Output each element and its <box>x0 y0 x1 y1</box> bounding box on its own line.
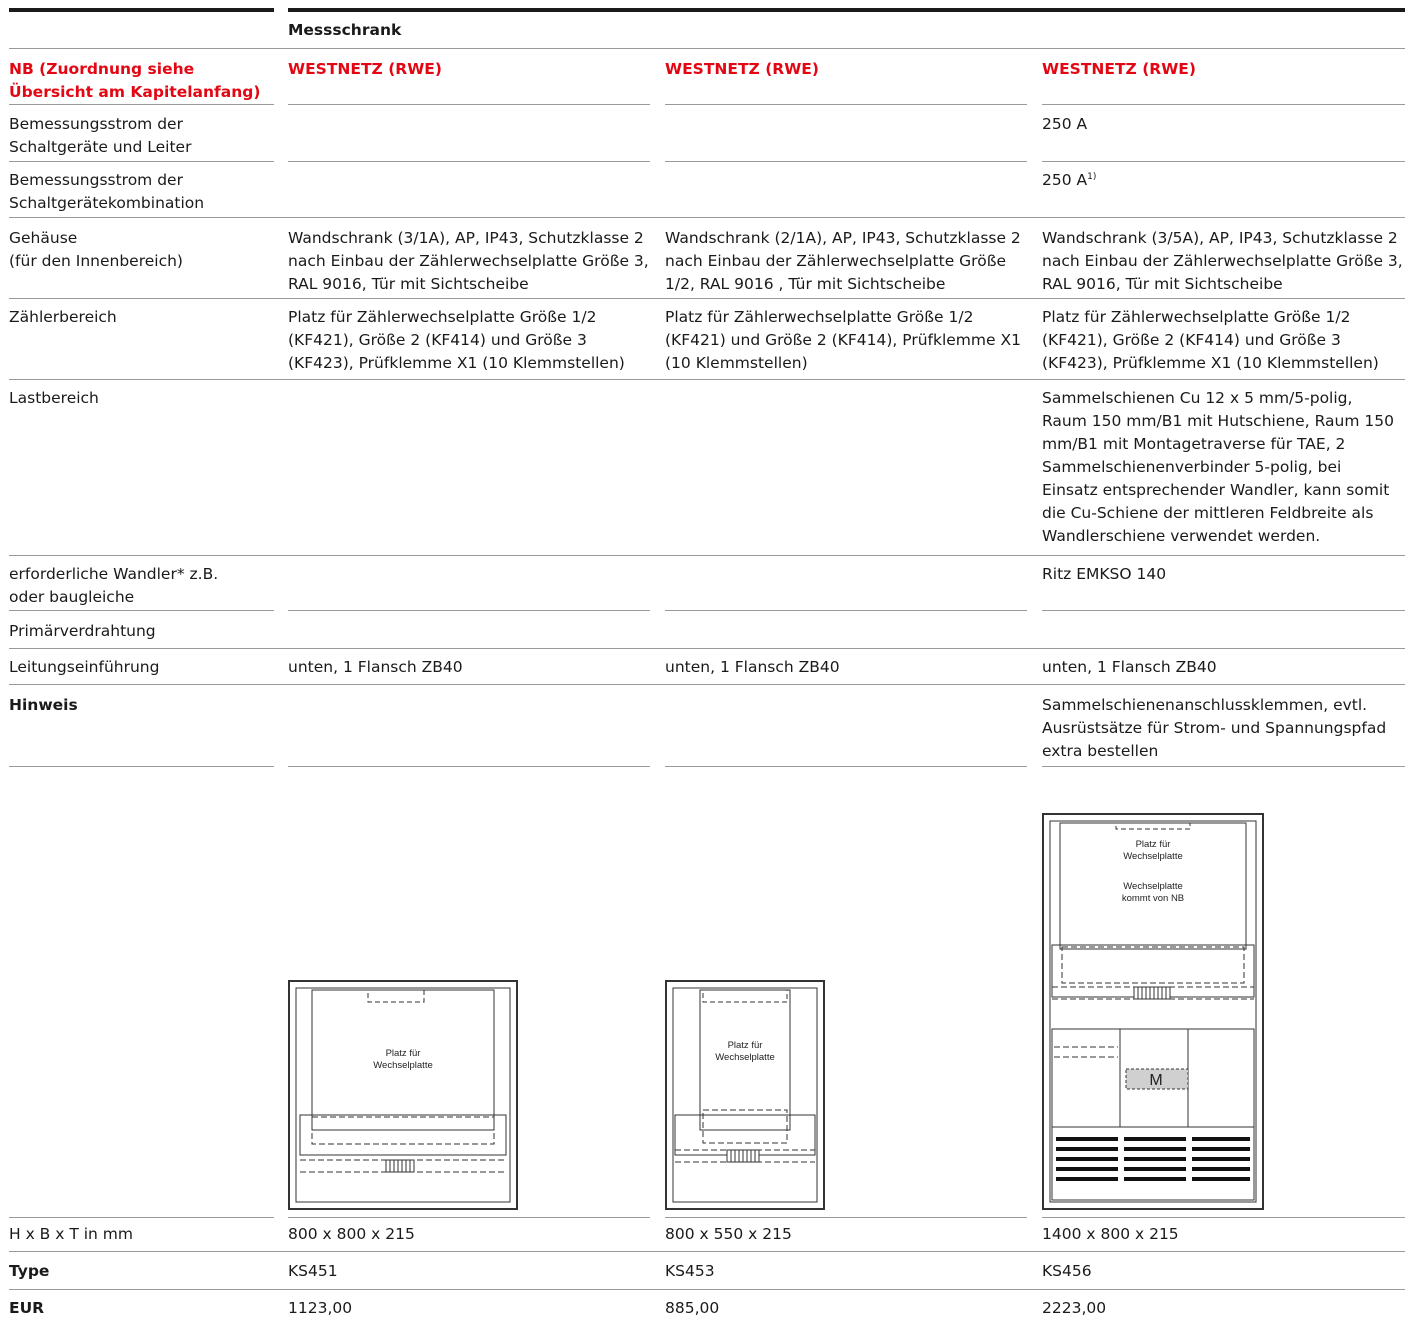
leitungseinfuehrung-col2: unten, 1 Flansch ZB40 <box>665 658 840 676</box>
zaehlerbereich-col2: Platz für Zählerwechselplatte Größe 1/2 … <box>665 308 1021 372</box>
nb-col3: WESTNETZ (RWE) <box>1042 60 1196 78</box>
divider <box>288 161 650 162</box>
divider <box>665 104 1027 105</box>
row-label-leitungseinfuehrung: Leitungseinführung <box>9 658 160 676</box>
drawing-label-line2: Wechselplatte <box>373 1060 433 1071</box>
divider <box>288 766 650 767</box>
divider <box>9 1251 1405 1252</box>
divider <box>9 298 1405 299</box>
dimensions-col2: 800 x 550 x 215 <box>665 1225 792 1243</box>
lastbereich-col3: Sammelschienen Cu 12 x 5 mm/5-polig, Rau… <box>1042 389 1394 545</box>
hinweis-col3: Sammelschienenanschlussklemmen, evtl. Au… <box>1042 696 1387 760</box>
gehaeuse-col1: Wandschrank (3/1A), AP, IP43, Schutzklas… <box>288 229 649 293</box>
divider <box>288 1217 650 1218</box>
dimensions-col3: 1400 x 800 x 215 <box>1042 1225 1179 1243</box>
row-label-lastbereich: Lastbereich <box>9 389 99 407</box>
drawing-label-line4: kommt von NB <box>1122 893 1184 904</box>
divider <box>9 379 1405 380</box>
divider <box>665 161 1027 162</box>
divider <box>9 766 274 767</box>
bemessungsstrom-kombination-col3: 250 A1) <box>1042 169 1096 192</box>
row-label-gehaeuse: Gehäuse (für den Innenbereich) <box>9 229 183 270</box>
divider <box>9 1289 1405 1290</box>
leitungseinfuehrung-col3: unten, 1 Flansch ZB40 <box>1042 658 1217 676</box>
footnote-marker: 1) <box>1087 171 1097 182</box>
drawing-label-line3: Wechselplatte <box>1123 881 1183 892</box>
zaehlerbereich-col1: Platz für Zählerwechselplatte Größe 1/2 … <box>288 308 625 372</box>
divider <box>288 610 650 611</box>
price-col2: 885,00 <box>665 1299 720 1317</box>
drawing-label-line1: Platz für <box>728 1040 763 1051</box>
divider <box>288 104 650 105</box>
divider <box>1042 766 1405 767</box>
type-col3: KS456 <box>1042 1262 1092 1280</box>
divider <box>9 610 274 611</box>
drawing-label-line2: Wechselplatte <box>1123 851 1183 862</box>
divider <box>9 648 1405 649</box>
wandler-col3: Ritz EMKSO 140 <box>1042 565 1167 583</box>
drawing-label-line2: Wechselplatte <box>715 1052 775 1063</box>
divider <box>1042 104 1405 105</box>
drawing-label-line1: Platz für <box>386 1048 421 1059</box>
row-label-type: Type <box>9 1262 50 1280</box>
divider <box>9 104 274 105</box>
top-rule <box>288 8 1405 12</box>
divider <box>665 1217 1027 1218</box>
cabinet-drawing-ks456: M Platz für Wechselplatte Wechselplatte … <box>1042 813 1264 1210</box>
row-label-eur: EUR <box>9 1299 45 1317</box>
divider <box>9 684 1405 685</box>
row-label-dimensions: H x B x T in mm <box>9 1225 133 1243</box>
bemessungsstrom-leiter-col3: 250 A <box>1042 115 1088 133</box>
divider <box>665 610 1027 611</box>
row-label-wandler: erforderliche Wandler* z.B. oder bauglei… <box>9 565 219 606</box>
divider <box>9 1217 274 1218</box>
value: 250 A <box>1042 171 1088 189</box>
leitungseinfuehrung-col1: unten, 1 Flansch ZB40 <box>288 658 463 676</box>
divider <box>9 161 274 162</box>
divider <box>1042 1217 1405 1218</box>
meter-label: M <box>1149 1072 1162 1089</box>
dimensions-col1: 800 x 800 x 215 <box>288 1225 415 1243</box>
type-col1: KS451 <box>288 1262 338 1280</box>
cabinet-drawing-ks453: Platz für Wechselplatte <box>665 980 825 1210</box>
row-label-hinweis: Hinweis <box>9 696 78 714</box>
gehaeuse-col3: Wandschrank (3/5A), AP, IP43, Schutzklas… <box>1042 229 1403 293</box>
table-header-title: Messschrank <box>288 21 402 39</box>
row-label-zaehlerbereich: Zählerbereich <box>9 308 117 326</box>
divider <box>9 217 1405 218</box>
row-label-bemessungsstrom-kombination: Bemessungsstrom der Schaltgerätekombinat… <box>9 171 205 212</box>
zaehlerbereich-col3: Platz für Zählerwechselplatte Größe 1/2 … <box>1042 308 1379 372</box>
row-label-primaerverdrahtung: Primärverdrahtung <box>9 622 156 640</box>
cabinet-drawing-ks451: Platz für Wechselplatte <box>288 980 518 1210</box>
row-label-nb: NB (Zuordnung siehe Übersicht am Kapitel… <box>9 60 261 101</box>
gehaeuse-col2: Wandschrank (2/1A), AP, IP43, Schutzklas… <box>665 229 1021 293</box>
drawing-label-line1: Platz für <box>1136 839 1171 850</box>
divider <box>9 555 1405 556</box>
divider <box>1042 610 1405 611</box>
row-label-bemessungsstrom-leiter: Bemessungsstrom der Schaltgeräte und Lei… <box>9 115 192 156</box>
price-col3: 2223,00 <box>1042 1299 1107 1317</box>
divider <box>665 766 1027 767</box>
nb-col1: WESTNETZ (RWE) <box>288 60 442 78</box>
nb-col2: WESTNETZ (RWE) <box>665 60 819 78</box>
divider <box>9 48 1405 49</box>
top-rule <box>9 8 274 12</box>
type-col2: KS453 <box>665 1262 715 1280</box>
divider <box>1042 161 1405 162</box>
price-col1: 1123,00 <box>288 1299 353 1317</box>
